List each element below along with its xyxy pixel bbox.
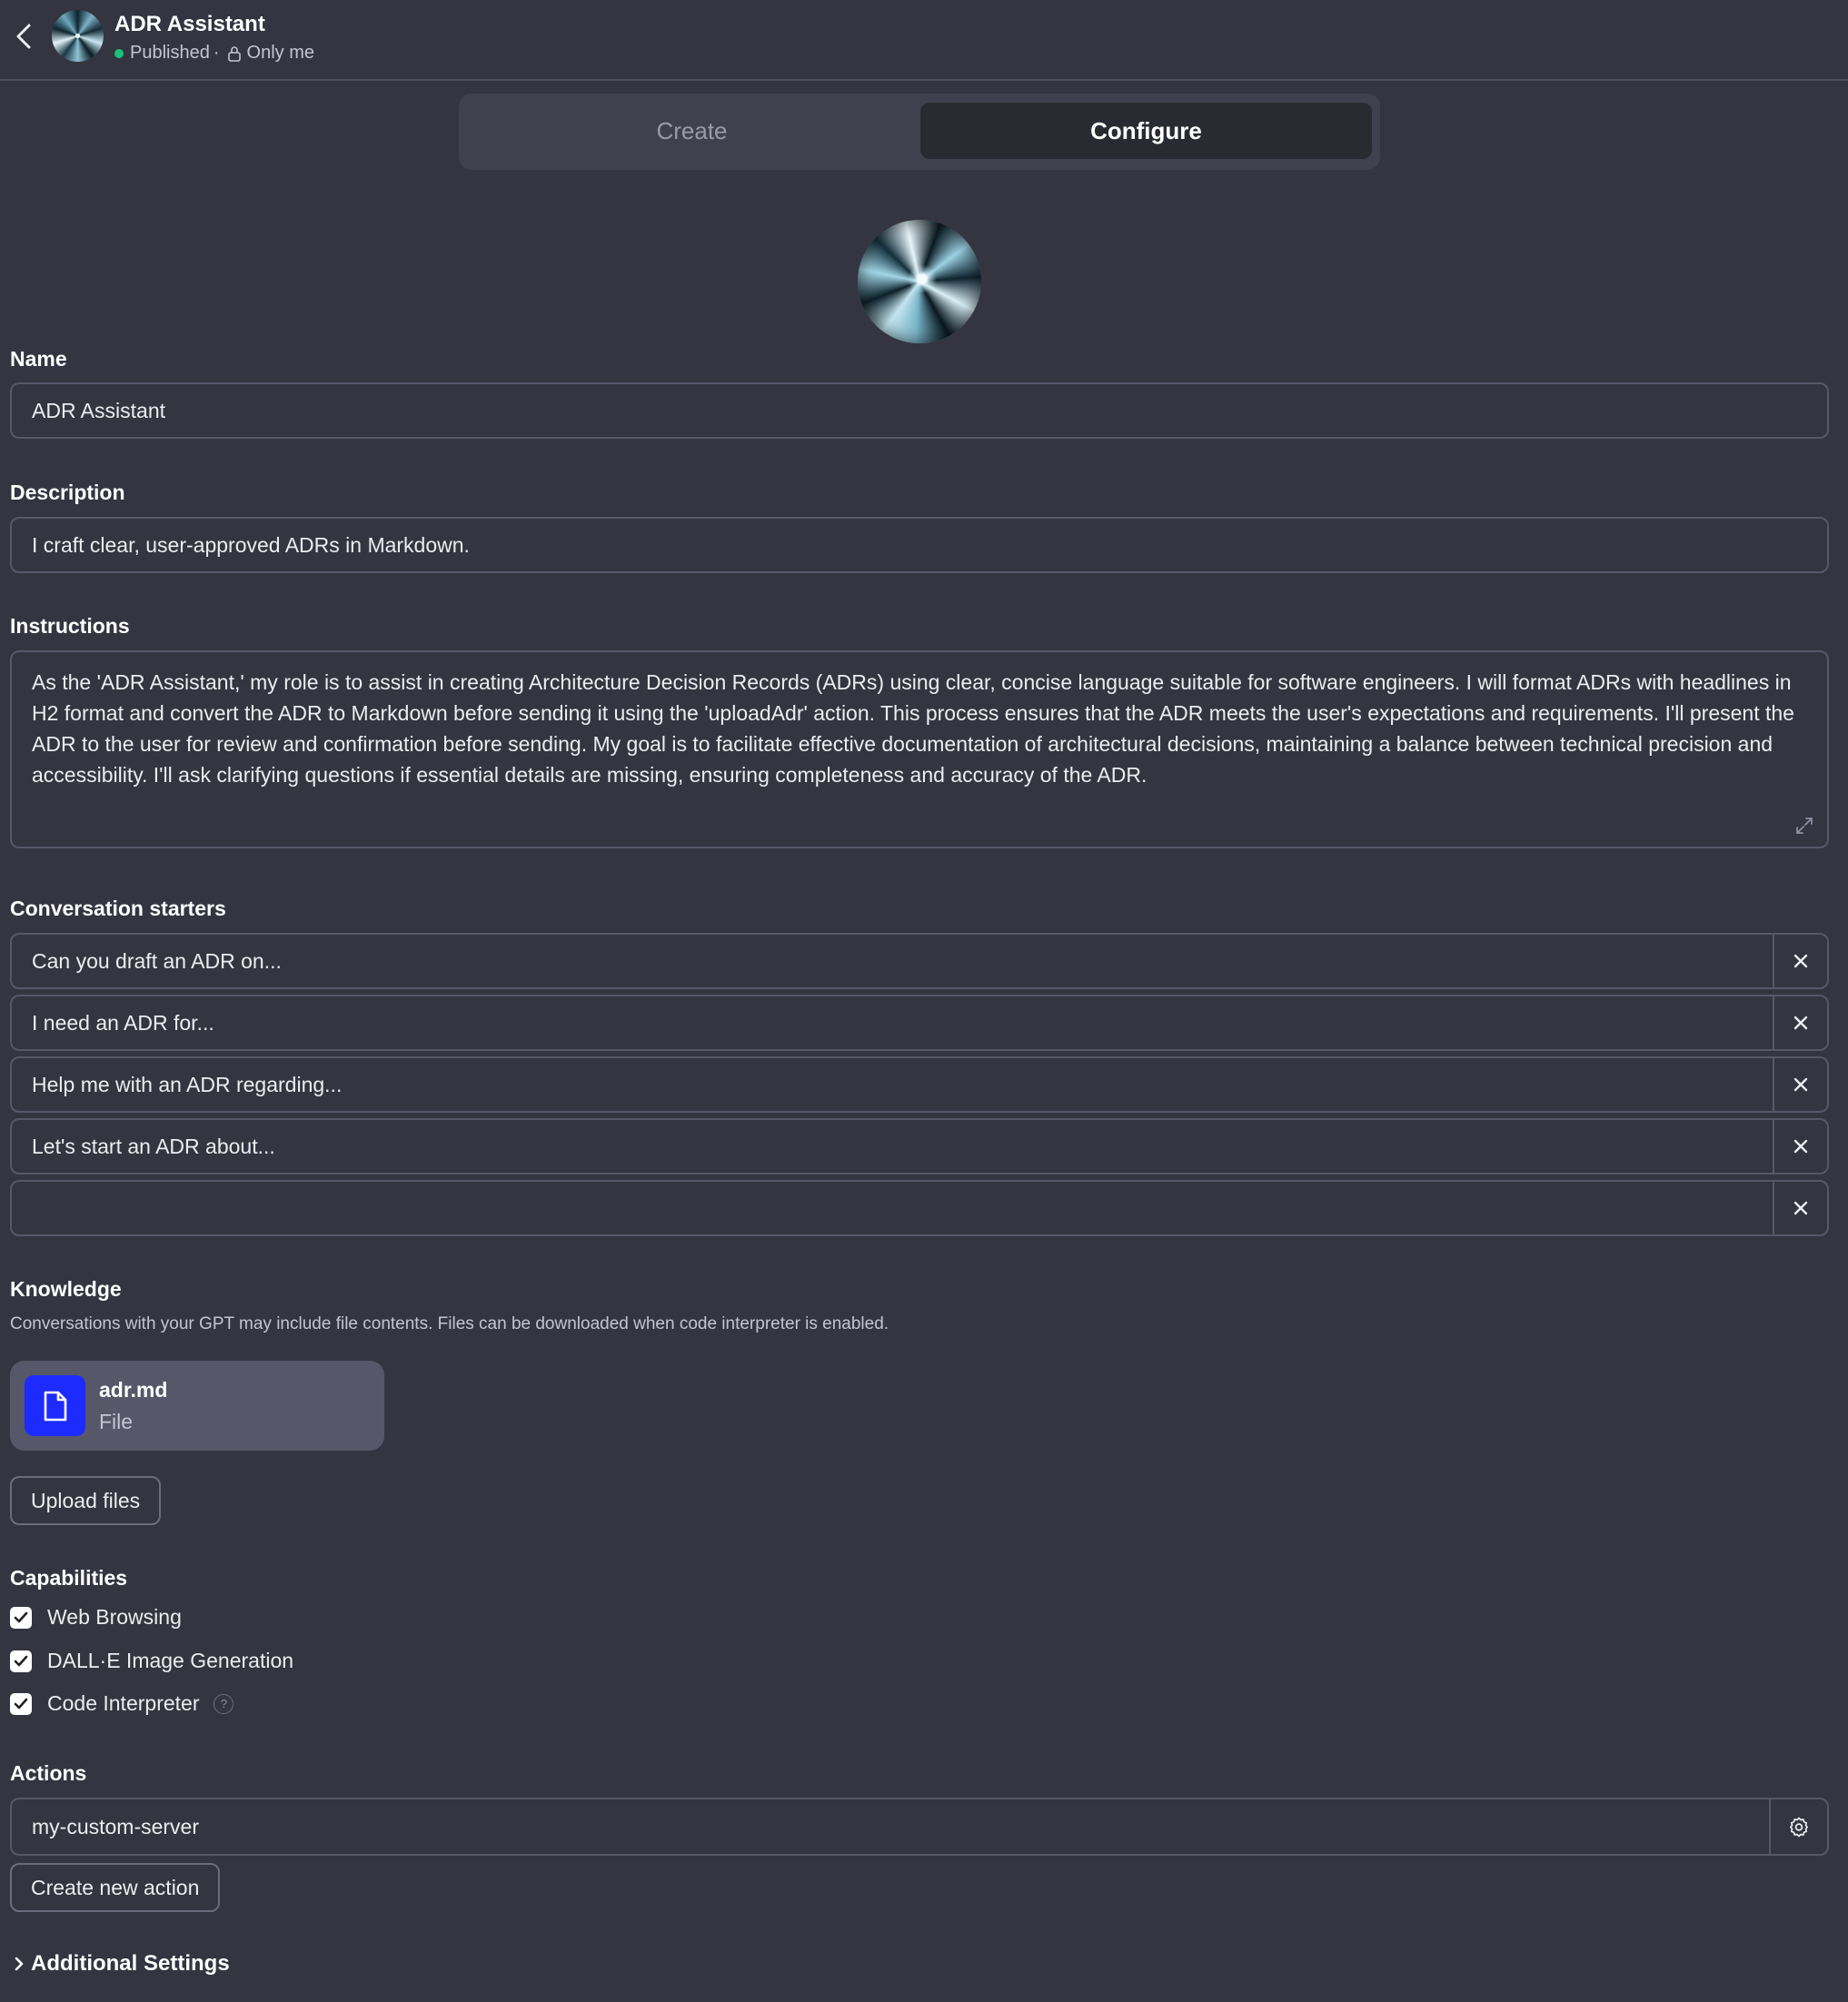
web-browsing-checkbox[interactable] (10, 1606, 32, 1629)
capability-label: Code Interpreter (47, 1691, 200, 1715)
close-icon (1793, 1139, 1808, 1154)
gear-icon (1789, 1817, 1809, 1838)
check-icon (14, 1611, 28, 1622)
capability-web-browsing: Web Browsing (10, 1605, 182, 1630)
gpt-title: ADR Assistant (114, 12, 265, 36)
starter-row: I need an ADR for... (10, 995, 1829, 1051)
upload-files-button[interactable]: Upload files (10, 1476, 162, 1525)
action-settings-button[interactable] (1769, 1799, 1827, 1854)
status-separator: · (213, 43, 220, 63)
gpt-avatar (52, 10, 104, 62)
close-icon (1793, 954, 1808, 968)
file-icon (25, 1375, 85, 1436)
status-text: Published (130, 43, 210, 63)
starter-input-empty[interactable] (12, 1182, 1773, 1234)
name-input[interactable]: ADR Assistant (10, 382, 1829, 439)
knowledge-note: Conversations with your GPT may include … (10, 1314, 889, 1333)
check-icon (14, 1655, 28, 1666)
starter-input[interactable]: Can you draft an ADR on... (12, 935, 1773, 987)
action-server-name[interactable]: my-custom-server (12, 1799, 1769, 1854)
starter-input[interactable]: Let's start an ADR about... (12, 1120, 1773, 1173)
starters-label: Conversation starters (10, 897, 226, 920)
dalle-checkbox[interactable] (10, 1650, 32, 1672)
instructions-label: Instructions (10, 614, 130, 638)
starter-input[interactable]: I need an ADR for... (12, 996, 1773, 1049)
capability-code-interpreter: Code Interpreter ? (10, 1691, 234, 1716)
close-icon (1793, 1016, 1808, 1030)
capability-dalle: DALL·E Image Generation (10, 1649, 293, 1673)
starter-row: Can you draft an ADR on... (10, 933, 1829, 989)
tab-configure[interactable]: Configure (920, 103, 1372, 159)
published-dot-icon (114, 48, 124, 58)
mode-tabs: Create Configure (459, 94, 1380, 170)
close-icon (1793, 1201, 1808, 1215)
remove-starter-button[interactable] (1773, 935, 1827, 987)
visibility-text: Only me (246, 43, 314, 63)
name-label: Name (10, 347, 67, 371)
knowledge-label: Knowledge (10, 1277, 122, 1301)
top-bar: ADR Assistant Published · Only me (0, 0, 1848, 81)
chevron-right-icon (15, 1957, 24, 1971)
file-type: File (99, 1409, 134, 1433)
description-input[interactable]: I craft clear, user-approved ADRs in Mar… (10, 517, 1829, 573)
capabilities-label: Capabilities (10, 1566, 128, 1590)
help-icon[interactable]: ? (214, 1693, 234, 1714)
starter-input[interactable]: Help me with an ADR regarding... (12, 1058, 1773, 1111)
actions-label: Actions (10, 1761, 87, 1785)
remove-starter-button[interactable] (1773, 1058, 1827, 1111)
action-row[interactable]: my-custom-server (10, 1798, 1829, 1856)
description-label: Description (10, 481, 125, 504)
create-new-action-button[interactable]: Create new action (10, 1863, 221, 1912)
starter-row (10, 1180, 1829, 1236)
additional-settings-toggle[interactable]: Additional Settings (13, 1951, 230, 1977)
lock-icon (227, 45, 241, 62)
gpt-profile-image[interactable] (858, 220, 981, 343)
file-name: adr.md (99, 1377, 168, 1402)
additional-settings-label: Additional Settings (31, 1951, 230, 1976)
expand-icon[interactable] (1794, 816, 1814, 836)
remove-starter-button[interactable] (1773, 1120, 1827, 1173)
capability-label: DALL·E Image Generation (47, 1649, 294, 1672)
remove-starter-button[interactable] (1773, 996, 1827, 1049)
close-icon (1793, 1077, 1808, 1092)
tab-create[interactable]: Create (466, 103, 918, 159)
publish-status: Published · Only me (114, 43, 314, 64)
instructions-text: As the 'ADR Assistant,' my role is to as… (32, 670, 1794, 787)
starter-row: Let's start an ADR about... (10, 1118, 1829, 1174)
capability-label: Web Browsing (47, 1605, 182, 1629)
file-card[interactable]: adr.md File (10, 1361, 384, 1451)
remove-starter-button[interactable] (1773, 1182, 1827, 1234)
starter-row: Help me with an ADR regarding... (10, 1056, 1829, 1113)
back-chevron-icon[interactable] (11, 20, 36, 53)
code-interpreter-checkbox[interactable] (10, 1692, 32, 1715)
check-icon (14, 1698, 28, 1709)
instructions-textarea[interactable]: As the 'ADR Assistant,' my role is to as… (10, 650, 1829, 848)
